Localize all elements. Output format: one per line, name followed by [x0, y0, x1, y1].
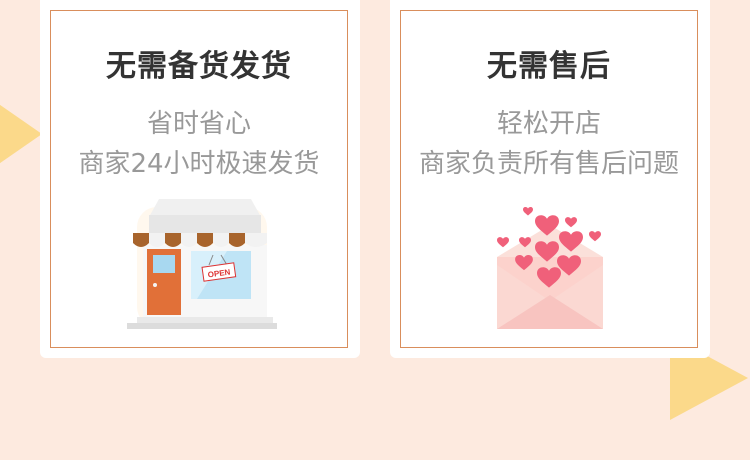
card-frame: 无需备货发货 省时省心 商家24小时极速发货 OPEN: [50, 10, 348, 348]
feature-card-no-stock: 无需备货发货 省时省心 商家24小时极速发货 OPEN: [40, 0, 360, 358]
envelope-hearts-icon: [497, 207, 603, 329]
card-frame: 无需售后 轻松开店 商家负责所有售后问题: [400, 10, 698, 348]
decor-triangle-left: [0, 98, 42, 170]
feature-card-no-aftersale: 无需售后 轻松开店 商家负责所有售后问题: [390, 0, 710, 358]
shop-storefront-icon: OPEN: [127, 199, 277, 329]
